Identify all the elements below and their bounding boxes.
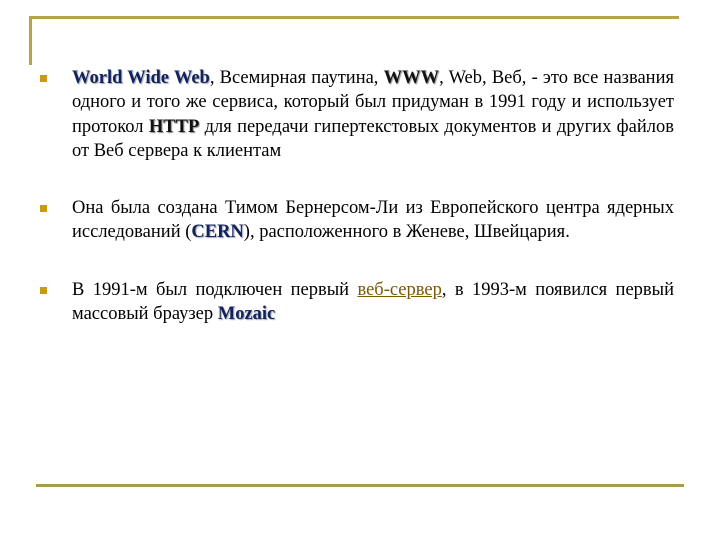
top-rule — [29, 16, 679, 19]
square-bullet-icon — [40, 205, 47, 213]
bottom-rule — [36, 484, 684, 487]
text: ), расположенного в Женеве, Швейцария. — [243, 222, 570, 243]
left-rule — [29, 16, 32, 65]
web-server-link[interactable]: веб-сервер — [357, 280, 441, 300]
bullet-item-www: World Wide Web, Всемирная паутина, WWW, … — [40, 66, 674, 163]
bullet-item-history: В 1991-м был подключен первый веб-сервер… — [40, 278, 674, 327]
keyword-http: HTTP — [148, 116, 200, 137]
keyword-mozaic: Mozaic — [217, 304, 276, 325]
bullet-item-cern: Она была создана Тимом Бернерсом-Ли из Е… — [40, 196, 674, 245]
keyword-cern: CERN — [191, 222, 244, 243]
keyword-www: WWW — [383, 68, 440, 88]
square-bullet-icon — [40, 75, 47, 82]
square-bullet-icon — [40, 286, 47, 294]
text: , Всемирная паутина, — [209, 68, 384, 88]
text: В 1991-м был подключен первый — [72, 279, 358, 300]
slide-content: World Wide Web, Всемирная паутина, WWW, … — [40, 66, 674, 326]
keyword-world-wide-web: World Wide Web — [72, 68, 210, 88]
